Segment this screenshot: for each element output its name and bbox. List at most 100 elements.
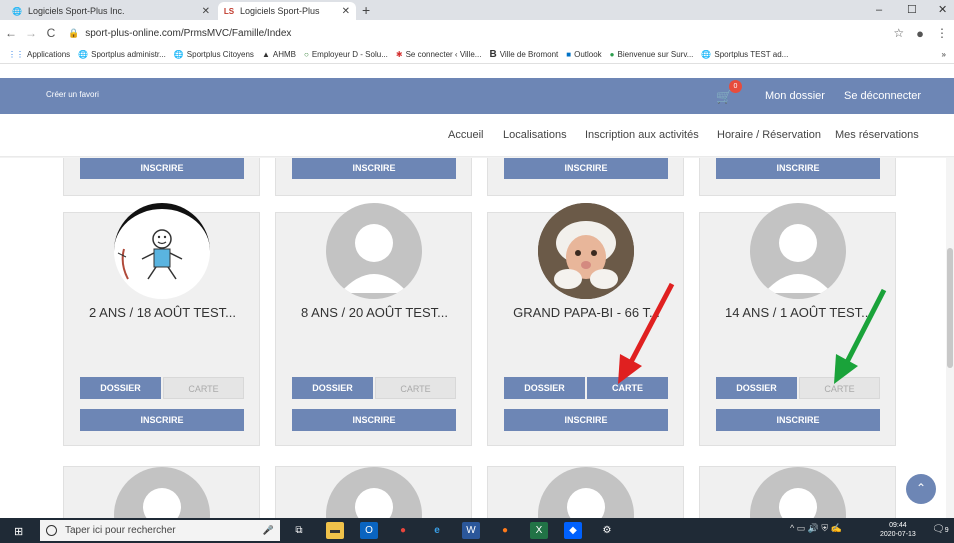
windows-start-icon[interactable]: ⊞ [14,525,23,538]
bookmark-item[interactable]: ▲ AHMB [262,50,296,59]
register-button[interactable]: INSCRIRE [292,158,456,179]
circle-icon: ○ [303,50,309,59]
excel-app-icon[interactable]: X [530,522,548,539]
nav-my-reservations[interactable]: Mes réservations [835,129,919,141]
file-button[interactable]: DOSSIER [716,377,797,399]
member-card [487,466,684,518]
member-avatar[interactable] [114,203,210,299]
windows-taskbar: ⊞ Taper ici pour rechercher 🎤 ⧉ ▬ O ● e … [0,518,954,543]
reload-icon[interactable]: C [42,26,60,40]
user-placeholder-icon [355,488,393,518]
cart-count-badge: 0 [729,80,742,93]
site-header: Créer un favori 🛒 0 Mon dossier Se décon… [0,78,954,114]
notification-count: 9 [944,527,949,534]
url-text: sport-plus-online.com/PrmsMVC/Famille/In… [85,27,292,39]
register-button[interactable]: INSCRIRE [716,158,880,179]
member-avatar[interactable] [538,467,634,518]
taskbar-clock[interactable]: 09:44 2020-07-13 [880,521,916,539]
notification-center-icon[interactable]: 🗨9 [932,524,949,535]
word-app-icon[interactable]: W [462,522,480,539]
bookmark-item[interactable]: ○ Employeur D - Solu... [304,50,388,59]
firefox-app-icon[interactable]: ● [496,522,514,539]
bookmark-item[interactable]: 🌐 Sportplus administr... [78,50,166,59]
register-button[interactable]: INSCRIRE [504,409,668,431]
member-name: 8 ANS / 20 AOÛT TEST... [301,305,448,320]
url-field[interactable]: 🔒 sport-plus-online.com/PrmsMVC/Famille/… [68,28,291,39]
member-avatar[interactable] [326,467,422,518]
register-button[interactable]: INSCRIRE [80,158,244,179]
bookmarks-more[interactable]: » [942,50,946,59]
chrome-app-icon[interactable]: ● [394,522,412,539]
bookmark-item[interactable]: ■ Outlook [566,50,601,59]
member-card [275,466,472,518]
edge-app-icon[interactable]: e [428,522,446,539]
forward-arrow-icon[interactable]: → [22,26,40,40]
clock-time: 09:44 [889,522,907,529]
member-card: 2 ANS / 18 AOÛT TEST... DOSSIER CARTE IN… [63,203,260,446]
create-favorite-link[interactable]: Créer un favori [46,90,99,99]
register-button[interactable]: INSCRIRE [80,409,244,431]
back-to-top-button[interactable]: ⌃ [906,474,936,504]
register-button[interactable]: INSCRIRE [504,158,668,179]
globe-icon: 🌐 [701,50,712,59]
file-button[interactable]: DOSSIER [504,377,585,399]
nav-activity-registration[interactable]: Inscription aux activités [585,129,699,141]
nav-schedule[interactable]: Horaire / Réservation [717,129,821,141]
bookmark-item[interactable]: ● Bienvenue sur Surv... [610,50,694,59]
bookmark-item[interactable]: B Ville de Bromont [489,49,558,60]
globe-icon: 🌐 [78,50,89,59]
member-avatar[interactable] [750,203,846,299]
member-card: INSCRIRE [487,158,684,196]
profile-icon[interactable]: ● [916,26,924,41]
new-tab-button[interactable]: + [362,2,370,18]
nav-home[interactable]: Accueil [448,129,483,141]
user-placeholder-icon [340,224,408,293]
menu-icon[interactable]: ⋮ [936,26,948,40]
dropbox-app-icon[interactable]: ◆ [564,522,582,539]
member-card: INSCRIRE [63,158,260,196]
chevron-up-icon: ⌃ [915,481,927,495]
bookmark-item[interactable]: ✱ Se connecter ‹ Ville... [396,50,482,59]
green-arrow-annotation [834,288,887,384]
outlook-app-icon[interactable]: O [360,522,378,539]
close-icon[interactable]: ✕ [202,6,210,17]
logout-link[interactable]: Se déconnecter [844,90,921,102]
user-placeholder-icon [143,488,181,518]
member-avatar[interactable] [114,467,210,518]
scrollbar-thumb[interactable] [947,248,953,368]
member-avatar[interactable] [326,203,422,299]
file-explorer-icon[interactable]: ▬ [326,522,344,539]
bookmark-item[interactable]: 🌐 Sportplus TEST ad... [701,50,788,59]
bookmarks-bar: ⋮⋮ Applications 🌐 Sportplus administr... 🌐… [0,46,954,64]
my-file-link[interactable]: Mon dossier [765,90,825,102]
file-button[interactable]: DOSSIER [80,377,161,399]
sp-logo-icon: LS [223,6,235,16]
maximize-button[interactable]: ☐ [907,2,917,18]
browser-tab-sportplus-inc[interactable]: 🌐 Logiciels Sport-Plus Inc. ✕ [6,2,216,20]
browser-tab-sportplus[interactable]: LS Logiciels Sport-Plus ✕ [218,2,356,20]
survey-icon: ● [609,50,615,59]
nav-locations[interactable]: Localisations [503,129,567,141]
back-arrow-icon[interactable]: ← [2,26,20,40]
member-avatar[interactable] [750,467,846,518]
bookmark-item[interactable]: 🌐 Sportplus Citoyens [174,50,254,59]
card-button: CARTE [163,377,244,399]
card-button: CARTE [375,377,456,399]
taskbar-search-box[interactable]: Taper ici pour rechercher 🎤 [40,520,280,541]
bookmark-applications[interactable]: ⋮⋮ Applications [8,50,70,59]
browser-tab-bar: 🌐 Logiciels Sport-Plus Inc. ✕ LS Logicie… [0,0,954,20]
register-button[interactable]: INSCRIRE [292,409,456,431]
cart-button[interactable]: 🛒 0 [716,80,742,104]
address-bar: ← → C 🔒 sport-plus-online.com/PrmsMVC/Fa… [0,20,954,46]
close-window-button[interactable]: ✕ [938,2,947,18]
minimize-button[interactable]: – [876,2,882,18]
task-view-icon[interactable]: ⧉ [290,522,308,539]
page-scrollbar[interactable] [946,158,954,518]
microphone-icon[interactable]: 🎤 [263,525,274,536]
register-button[interactable]: INSCRIRE [716,409,880,431]
system-tray-icons[interactable]: ^ ▭ 🔊 ⛨ ✍ [790,523,842,534]
star-icon[interactable]: ☆ [893,26,904,40]
file-button[interactable]: DOSSIER [292,377,373,399]
settings-gear-icon[interactable]: ⚙ [598,522,616,539]
close-icon[interactable]: ✕ [342,6,350,17]
